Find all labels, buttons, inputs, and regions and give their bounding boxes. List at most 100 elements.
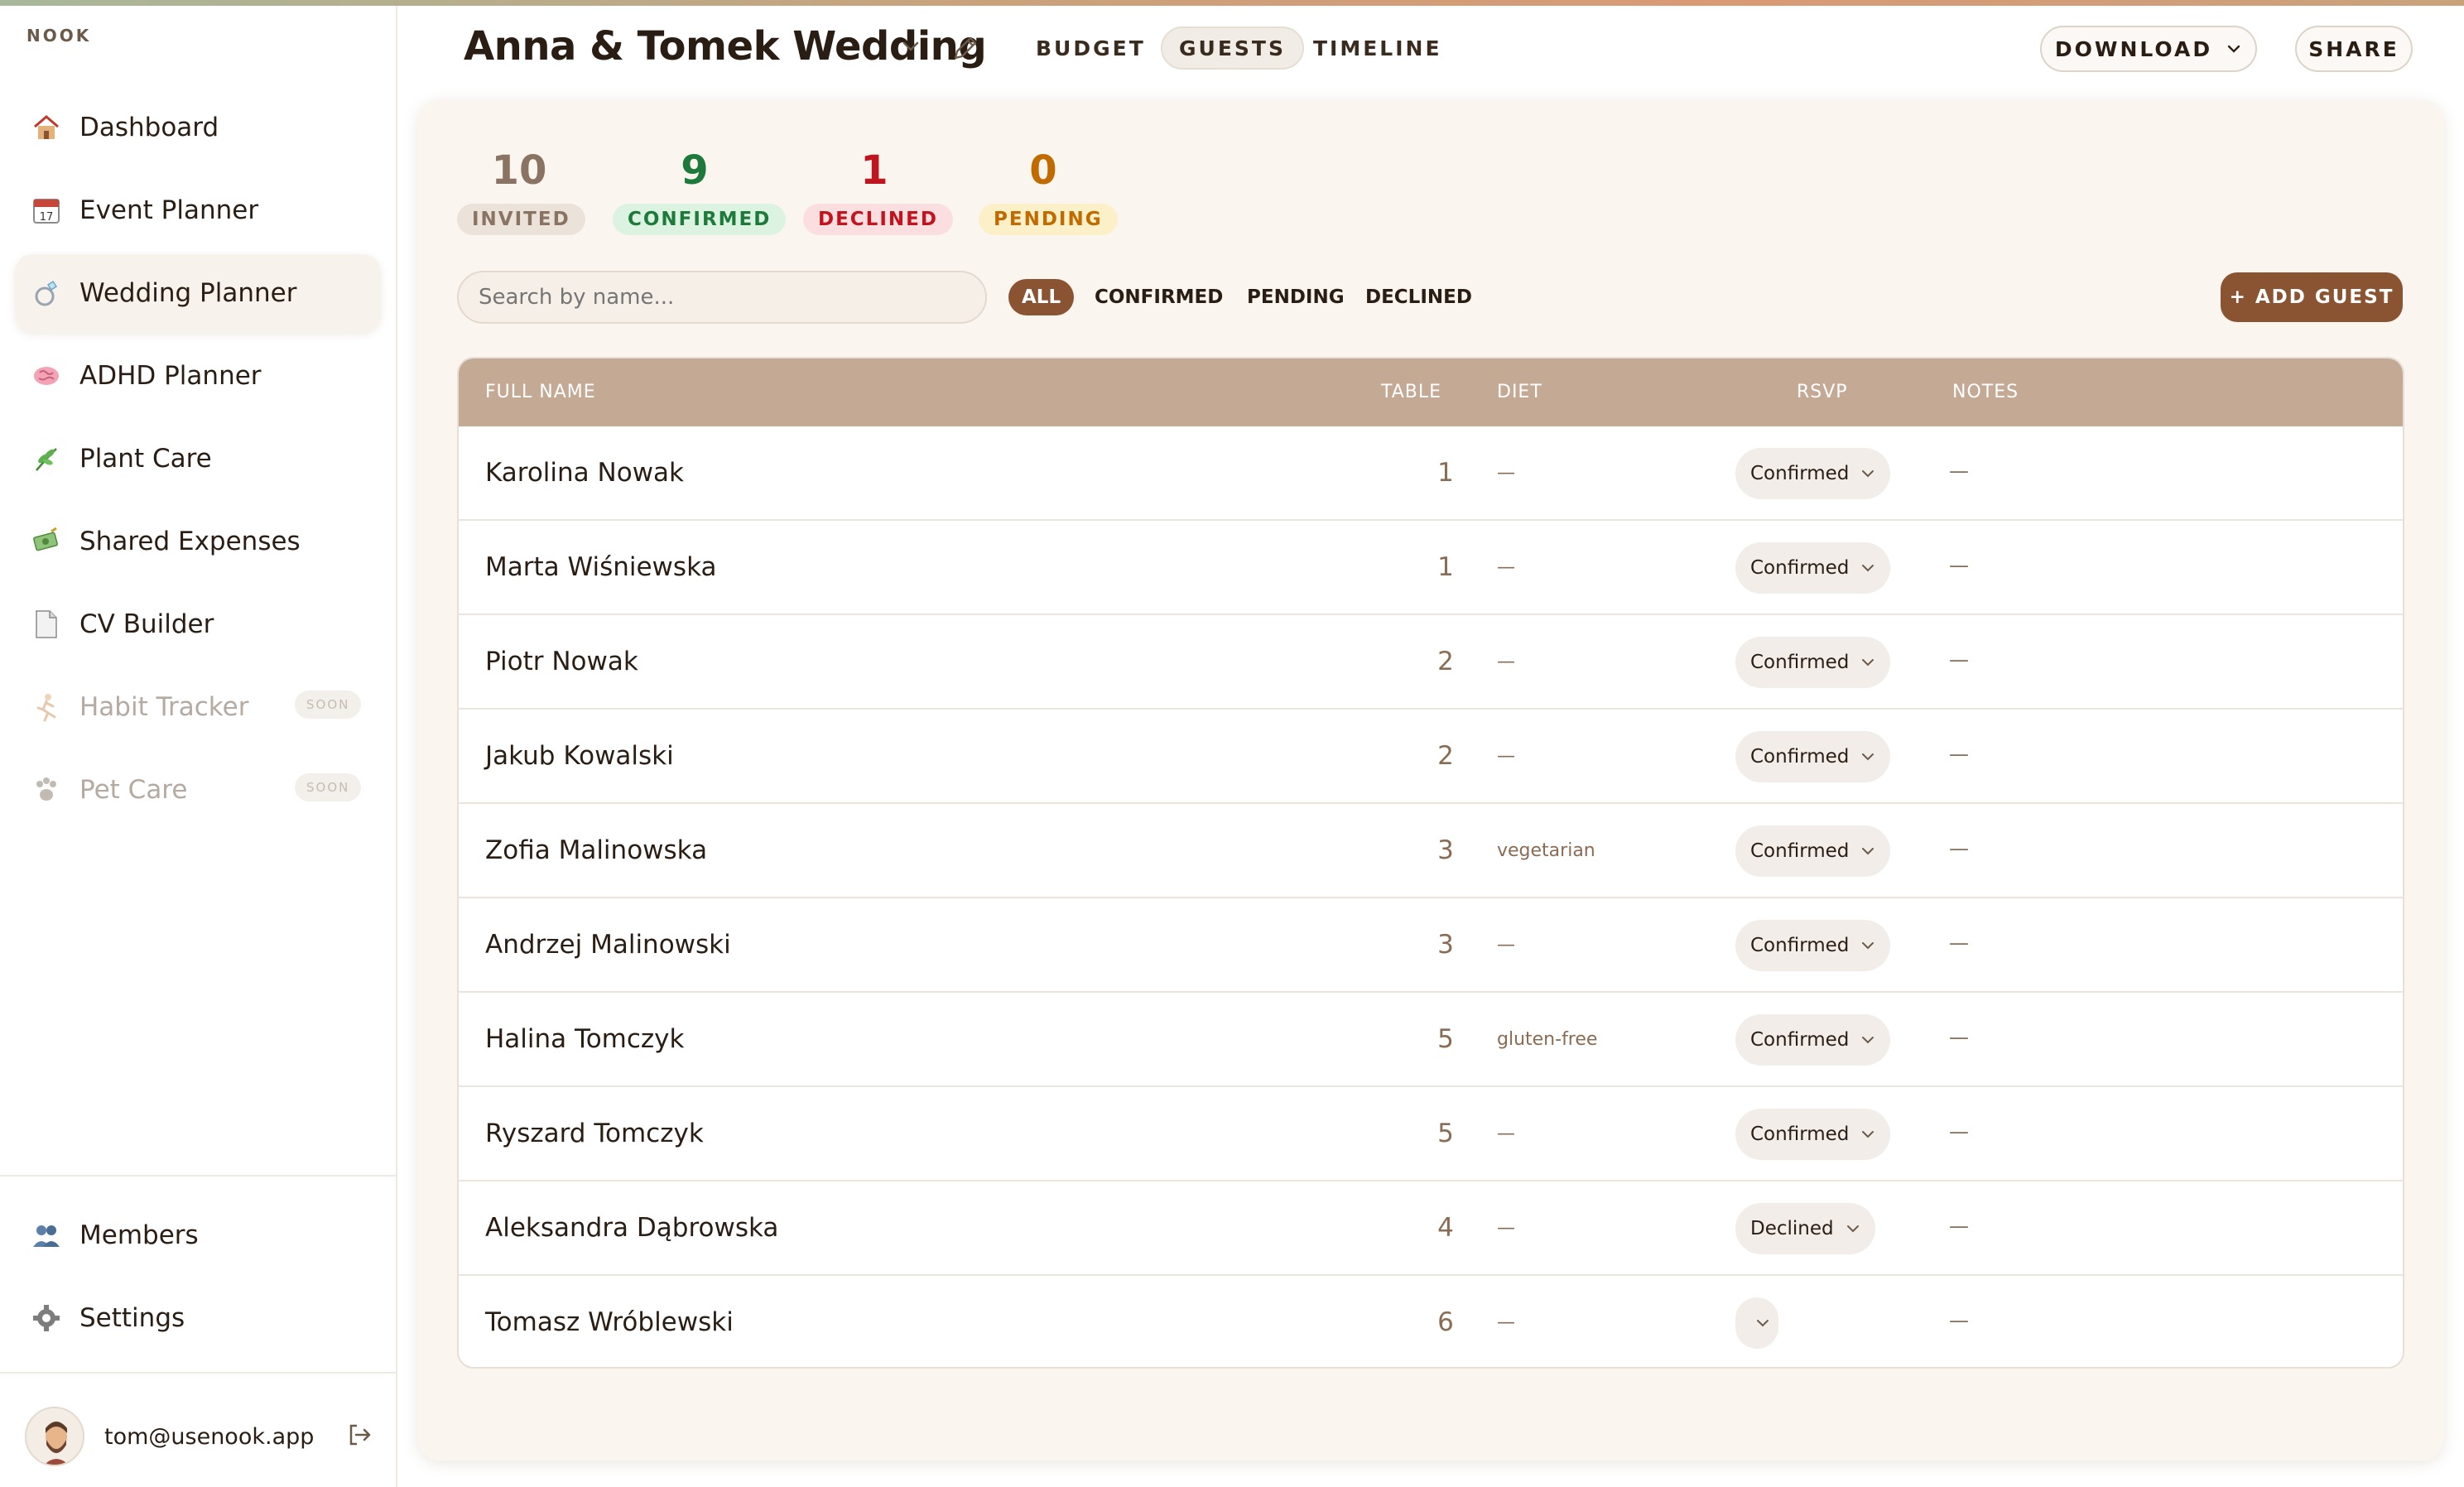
sidebar-item-dashboard[interactable]: Dashboard: [15, 89, 381, 166]
stat-label: CONFIRMED: [613, 204, 787, 235]
chevron-down-icon: [2226, 43, 2242, 55]
table-row[interactable]: Zofia Malinowska 3 vegetarian Confirmed …: [459, 804, 2403, 898]
sidebar-item-label: ADHD Planner: [79, 361, 262, 391]
filter-all[interactable]: ALL: [1008, 279, 1075, 315]
table-row[interactable]: Karolina Nowak 1 — Confirmed —: [459, 426, 2403, 521]
house-icon: [30, 111, 63, 144]
add-guest-button[interactable]: + ADD GUEST: [2221, 272, 2403, 322]
guest-diet: —: [1497, 746, 1515, 767]
sidebar-item-pet-care[interactable]: Pet Care SOON: [15, 751, 381, 829]
table-row[interactable]: Jakub Kowalski 2 — Confirmed —: [459, 710, 2403, 804]
rsvp-select[interactable]: Confirmed: [1735, 1014, 1891, 1066]
column-header-rsvp[interactable]: RSVP: [1797, 382, 1848, 402]
table-row[interactable]: Tomasz Wróblewski 6 — —: [459, 1276, 2403, 1367]
stat-invited: 10 INVITED: [457, 151, 585, 235]
calendar-icon: 17: [30, 194, 63, 227]
stat-value: 9: [681, 147, 709, 194]
guest-table-number: 2: [1437, 741, 1454, 771]
document-icon: [30, 608, 63, 641]
pencil-icon[interactable]: [950, 35, 979, 66]
chevron-down-icon: [1860, 657, 1875, 667]
rsvp-value: Declined: [1750, 1218, 1834, 1239]
rsvp-select[interactable]: Confirmed: [1735, 1109, 1891, 1160]
column-header-diet[interactable]: DIET: [1497, 382, 1542, 402]
stat-pending: 0 PENDING: [979, 151, 1118, 235]
rsvp-select[interactable]: Confirmed: [1735, 825, 1891, 877]
guest-name: Aleksandra Dąbrowska: [485, 1213, 779, 1243]
tab-guests[interactable]: GUESTS: [1161, 26, 1304, 70]
brand-logo[interactable]: NOOK: [26, 26, 91, 46]
chevron-down-icon: [1846, 1224, 1860, 1234]
guest-diet: gluten-free: [1497, 1029, 1598, 1050]
rsvp-value: Confirmed: [1750, 840, 1850, 862]
table-row[interactable]: Andrzej Malinowski 3 — Confirmed —: [459, 898, 2403, 993]
soon-badge: SOON: [295, 773, 362, 801]
rsvp-value: Confirmed: [1750, 652, 1850, 673]
runner-icon: [30, 691, 63, 724]
guest-table-number: 5: [1437, 1024, 1454, 1054]
rsvp-select[interactable]: Confirmed: [1735, 542, 1891, 594]
sidebar-item-label: Habit Tracker: [79, 692, 249, 722]
rsvp-select[interactable]: Declined: [1735, 1203, 1875, 1254]
chevron-down-icon: [1860, 752, 1875, 762]
rsvp-select[interactable]: Confirmed: [1735, 731, 1891, 782]
rsvp-select[interactable]: [1735, 1297, 1778, 1349]
guest-notes: —: [1949, 1120, 1969, 1143]
search-input[interactable]: [457, 271, 987, 324]
filter-pending[interactable]: PENDING: [1234, 279, 1358, 315]
logout-icon[interactable]: [346, 1422, 373, 1451]
download-button[interactable]: DOWNLOAD: [2040, 26, 2257, 72]
sidebar-item-settings[interactable]: Settings: [15, 1279, 381, 1357]
guest-table-number: 5: [1437, 1119, 1454, 1148]
soon-badge: SOON: [295, 691, 362, 719]
user-email: tom@usenook.app: [104, 1423, 315, 1450]
sidebar-item-cv-builder[interactable]: CV Builder: [15, 585, 381, 663]
table-row[interactable]: Piotr Nowak 2 — Confirmed —: [459, 615, 2403, 710]
sidebar-item-wedding-planner[interactable]: Wedding Planner: [15, 254, 381, 332]
rsvp-value: Confirmed: [1750, 1029, 1850, 1051]
rsvp-value: Confirmed: [1750, 1124, 1850, 1145]
stat-value: 1: [860, 147, 888, 194]
chevron-down-icon: [1860, 941, 1875, 950]
table-row[interactable]: Aleksandra Dąbrowska 4 — Declined —: [459, 1181, 2403, 1276]
rsvp-select[interactable]: Confirmed: [1735, 920, 1891, 971]
table-row[interactable]: Halina Tomczyk 5 gluten-free Confirmed —: [459, 993, 2403, 1087]
guest-name: Ryszard Tomczyk: [485, 1119, 704, 1148]
sidebar-item-plant-care[interactable]: Plant Care: [15, 420, 381, 498]
table-row[interactable]: Ryszard Tomczyk 5 — Confirmed —: [459, 1087, 2403, 1181]
sidebar-item-label: Settings: [79, 1303, 185, 1333]
share-button[interactable]: SHARE: [2295, 26, 2413, 72]
tab-budget[interactable]: BUDGET: [1019, 26, 1162, 70]
avatar[interactable]: [25, 1407, 84, 1466]
guest-table-number: 3: [1437, 930, 1454, 960]
guest-notes: —: [1949, 554, 1969, 577]
sidebar-item-label: Pet Care: [79, 775, 188, 805]
guest-name: Jakub Kowalski: [485, 741, 674, 771]
guest-diet: —: [1497, 463, 1515, 484]
sidebar-item-event-planner[interactable]: 17 Event Planner: [15, 171, 381, 249]
column-header-name[interactable]: FULL NAME: [485, 382, 596, 402]
sidebar-item-label: Members: [79, 1220, 199, 1250]
rsvp-select[interactable]: Confirmed: [1735, 448, 1891, 499]
rsvp-select[interactable]: Confirmed: [1735, 637, 1891, 688]
filter-confirmed[interactable]: CONFIRMED: [1081, 279, 1236, 315]
filter-declined[interactable]: DECLINED: [1352, 279, 1485, 315]
column-header-table[interactable]: TABLE: [1381, 382, 1441, 402]
tab-timeline[interactable]: TIMELINE: [1297, 26, 1459, 70]
sidebar-item-members[interactable]: Members: [15, 1196, 381, 1274]
sidebar-item-adhd-planner[interactable]: ADHD Planner: [15, 337, 381, 415]
guest-diet: —: [1497, 935, 1515, 955]
sidebar-item-habit-tracker[interactable]: Habit Tracker SOON: [15, 668, 381, 746]
guest-name: Zofia Malinowska: [485, 835, 708, 865]
guest-diet: —: [1497, 652, 1515, 672]
column-header-notes[interactable]: NOTES: [1952, 382, 2019, 402]
table-row[interactable]: Marta Wiśniewska 1 — Confirmed —: [459, 521, 2403, 615]
guest-diet: vegetarian: [1497, 840, 1595, 861]
chevron-down-icon[interactable]: [901, 40, 921, 56]
stat-confirmed: 9 CONFIRMED: [613, 147, 787, 235]
rsvp-value: Confirmed: [1750, 463, 1850, 484]
guest-name: Marta Wiśniewska: [485, 552, 717, 582]
guest-table-number: 4: [1437, 1213, 1454, 1243]
sidebar-item-shared-expenses[interactable]: Shared Expenses: [15, 503, 381, 580]
sidebar-item-label: Plant Care: [79, 444, 212, 474]
